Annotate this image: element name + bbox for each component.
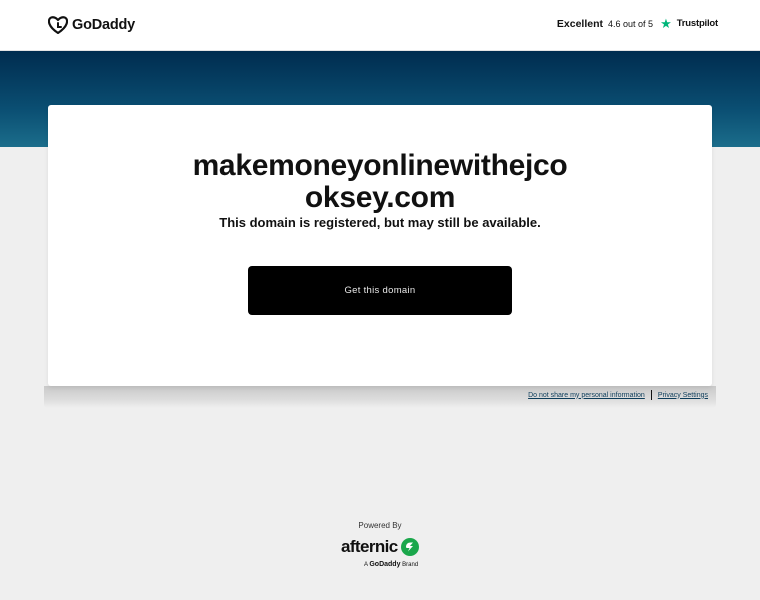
afternic-text: afternic [341, 537, 398, 556]
do-not-share-link[interactable]: Do not share my personal information [528, 392, 645, 399]
godaddy-brand-tagline: A GoDaddy Brand [364, 561, 418, 568]
godaddy-logo-icon [48, 16, 68, 34]
rating-label: Excellent [556, 17, 604, 30]
domain-card: makemoneyonlinewithejcooksey.com This do… [48, 105, 712, 386]
get-domain-button[interactable]: Get this domain [248, 266, 512, 315]
trustpilot-rating[interactable]: Excellent 4.6 out of 5 ★ Trustpilot [557, 17, 718, 30]
top-header: GoDaddy Excellent 4.6 out of 5 ★ Trustpi… [0, 0, 760, 51]
domain-name: makemoneyonlinewithejcooksey.com [192, 149, 568, 214]
rating-score: 4.6 out of 5 [608, 18, 654, 29]
trustpilot-name: Trustpilot [676, 18, 718, 29]
footer-links: Do not share my personal information Pri… [528, 390, 708, 400]
afternic-mark-icon [400, 538, 419, 556]
logo-text: GoDaddy [72, 17, 136, 33]
powered-by-label: Powered By [358, 521, 402, 530]
tagline-suffix: Brand [402, 562, 419, 568]
domain-status: This domain is registered, but may still… [219, 215, 541, 230]
trustpilot-star-icon: ★ [660, 16, 672, 31]
divider [650, 390, 652, 400]
privacy-settings-link[interactable]: Privacy Settings [658, 392, 708, 399]
godaddy-logo[interactable]: GoDaddy [48, 16, 135, 34]
tagline-brand: GoDaddy [369, 561, 401, 568]
tagline-prefix: A [364, 562, 368, 568]
afternic-logo[interactable]: afternic [341, 537, 419, 557]
